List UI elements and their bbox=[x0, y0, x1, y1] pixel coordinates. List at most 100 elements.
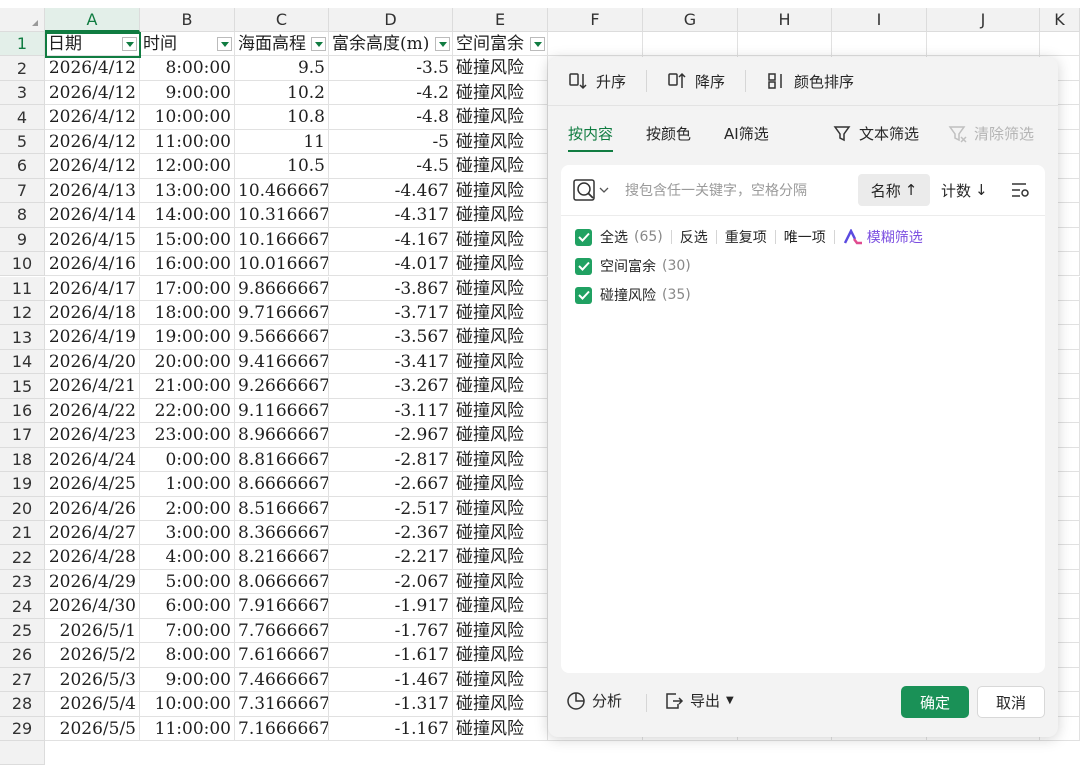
table-cell[interactable]: -1.167 bbox=[329, 716, 453, 742]
table-cell[interactable]: 22:00:00 bbox=[140, 398, 235, 424]
row-header[interactable]: 25 bbox=[0, 618, 45, 644]
table-cell[interactable]: 碰撞风险 bbox=[453, 667, 548, 693]
table-cell[interactable]: 2026/4/12 bbox=[45, 80, 140, 106]
table-cell[interactable]: 19:00:00 bbox=[140, 325, 235, 350]
table-cell[interactable]: -3.567 bbox=[329, 325, 453, 350]
table-cell[interactable]: 10.8 bbox=[235, 105, 329, 130]
table-cell[interactable]: 14:00:00 bbox=[140, 203, 235, 228]
table-cell[interactable]: 9.7166667 bbox=[235, 300, 329, 326]
table-cell[interactable]: 碰撞风险 bbox=[453, 129, 548, 155]
row-header[interactable]: 29 bbox=[0, 716, 45, 742]
row-header[interactable]: 2 bbox=[0, 56, 45, 81]
row-header[interactable]: 4 bbox=[0, 105, 45, 130]
table-cell[interactable]: 11 bbox=[235, 129, 329, 155]
table-cell[interactable]: 2026/4/15 bbox=[45, 227, 140, 253]
table-cell[interactable]: 8.0666667 bbox=[235, 569, 329, 595]
row-header[interactable]: 3 bbox=[0, 80, 45, 106]
table-cell[interactable]: 7.7666667 bbox=[235, 618, 329, 644]
select-all-checkbox[interactable] bbox=[575, 228, 592, 246]
table-cell[interactable]: 2026/5/3 bbox=[45, 667, 140, 693]
table-cell[interactable]: 10.166667 bbox=[235, 227, 329, 253]
empty-cell[interactable] bbox=[927, 32, 1040, 57]
select-all-label[interactable]: 全选 bbox=[600, 227, 628, 247]
table-cell[interactable]: -2.667 bbox=[329, 472, 453, 497]
table-cell[interactable]: 2026/4/22 bbox=[45, 398, 140, 424]
column-header-h[interactable]: H bbox=[738, 8, 832, 32]
table-cell[interactable]: 9.2666667 bbox=[235, 374, 329, 399]
search-input[interactable] bbox=[623, 177, 867, 205]
table-cell[interactable]: 2026/4/17 bbox=[45, 276, 140, 301]
row-header[interactable]: 10 bbox=[0, 252, 45, 277]
table-cell[interactable]: 8:00:00 bbox=[140, 56, 235, 81]
list-item[interactable]: 碰撞风险 (35) bbox=[575, 285, 691, 305]
table-cell[interactable]: 2026/4/12 bbox=[45, 105, 140, 130]
sort-by-name-button[interactable]: 名称 ↑ bbox=[858, 174, 930, 206]
table-cell[interactable]: 13:00:00 bbox=[140, 178, 235, 204]
empty-cell[interactable] bbox=[1040, 32, 1080, 57]
column-header-e[interactable]: E bbox=[453, 8, 548, 32]
table-cell[interactable]: 9:00:00 bbox=[140, 80, 235, 106]
row-header[interactable] bbox=[0, 741, 45, 765]
column-header-f[interactable]: F bbox=[548, 8, 643, 32]
confirm-button[interactable]: 确定 bbox=[901, 686, 969, 718]
column-header-g[interactable]: G bbox=[643, 8, 738, 32]
table-cell[interactable]: -5 bbox=[329, 129, 453, 155]
row-header[interactable]: 16 bbox=[0, 398, 45, 424]
table-cell[interactable]: 碰撞风险 bbox=[453, 716, 548, 742]
filter-dropdown-button[interactable] bbox=[217, 37, 232, 51]
tab-by-content[interactable]: 按内容 bbox=[568, 123, 614, 152]
empty-cell[interactable] bbox=[548, 32, 643, 57]
table-cell[interactable]: -3.267 bbox=[329, 374, 453, 399]
table-cell[interactable]: -4.2 bbox=[329, 80, 453, 106]
fuzzy-filter-link[interactable]: 模糊筛选 bbox=[843, 227, 923, 247]
table-cell[interactable]: 9.5666667 bbox=[235, 325, 329, 350]
table-cell[interactable]: 2026/4/23 bbox=[45, 423, 140, 448]
table-cell[interactable]: 2026/4/12 bbox=[45, 56, 140, 81]
table-cell[interactable]: -1.467 bbox=[329, 667, 453, 693]
table-cell[interactable]: 2026/5/5 bbox=[45, 716, 140, 742]
table-cell[interactable]: 2:00:00 bbox=[140, 496, 235, 521]
table-cell[interactable]: -2.817 bbox=[329, 447, 453, 473]
table-cell[interactable]: 8.8166667 bbox=[235, 447, 329, 473]
row-header[interactable]: 27 bbox=[0, 667, 45, 693]
table-cell[interactable]: 8:00:00 bbox=[140, 643, 235, 668]
table-cell[interactable]: 10.316667 bbox=[235, 203, 329, 228]
tab-ai-filter[interactable]: AI筛选 bbox=[724, 123, 769, 152]
row-header[interactable]: 6 bbox=[0, 154, 45, 179]
table-cell[interactable]: 2026/4/21 bbox=[45, 374, 140, 399]
row-header[interactable]: 26 bbox=[0, 643, 45, 668]
table-cell[interactable]: -4.8 bbox=[329, 105, 453, 130]
tab-by-color[interactable]: 按颜色 bbox=[646, 123, 691, 152]
table-cell[interactable]: 2026/4/25 bbox=[45, 472, 140, 497]
table-cell[interactable]: 21:00:00 bbox=[140, 374, 235, 399]
table-cell[interactable]: 7.3166667 bbox=[235, 692, 329, 717]
invert-selection-link[interactable]: 反选 bbox=[680, 227, 708, 247]
table-cell[interactable]: 12:00:00 bbox=[140, 154, 235, 179]
table-cell[interactable]: 碰撞风险 bbox=[453, 374, 548, 399]
table-cell[interactable]: 2026/4/12 bbox=[45, 129, 140, 155]
table-cell[interactable]: -4.167 bbox=[329, 227, 453, 253]
table-cell[interactable]: 2026/4/26 bbox=[45, 496, 140, 521]
table-cell[interactable]: 碰撞风险 bbox=[453, 594, 548, 619]
search-scope-dropdown[interactable] bbox=[573, 178, 611, 208]
table-cell[interactable]: -1.917 bbox=[329, 594, 453, 619]
table-cell[interactable]: -4.017 bbox=[329, 252, 453, 277]
table-cell[interactable]: 2026/4/24 bbox=[45, 447, 140, 473]
table-cell[interactable]: -2.217 bbox=[329, 545, 453, 570]
row-header[interactable]: 15 bbox=[0, 374, 45, 399]
table-cell[interactable]: 2026/4/13 bbox=[45, 178, 140, 204]
table-cell[interactable]: 11:00:00 bbox=[140, 129, 235, 155]
list-settings-button[interactable] bbox=[1011, 181, 1031, 203]
sort-by-count-button[interactable]: 计数 ↓ bbox=[941, 174, 988, 206]
table-cell[interactable]: -3.417 bbox=[329, 349, 453, 375]
row-header[interactable]: 28 bbox=[0, 692, 45, 717]
row-header[interactable]: 22 bbox=[0, 545, 45, 570]
row-header[interactable]: 18 bbox=[0, 447, 45, 473]
table-cell[interactable]: -1.317 bbox=[329, 692, 453, 717]
table-cell[interactable]: 8.3666667 bbox=[235, 521, 329, 546]
header-cell[interactable]: 海面高程 bbox=[235, 32, 329, 57]
table-cell[interactable]: 9.4166667 bbox=[235, 349, 329, 375]
table-cell[interactable]: 碰撞风险 bbox=[453, 398, 548, 424]
row-header[interactable]: 23 bbox=[0, 569, 45, 595]
table-cell[interactable]: 碰撞风险 bbox=[453, 105, 548, 130]
